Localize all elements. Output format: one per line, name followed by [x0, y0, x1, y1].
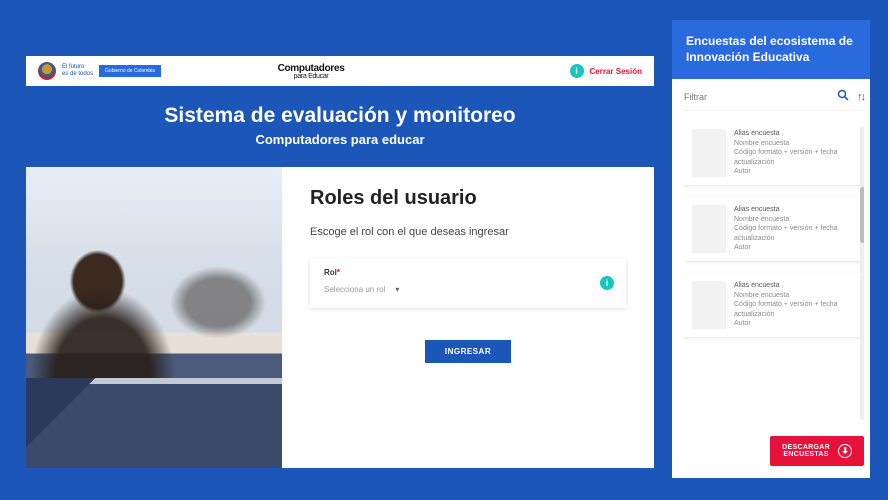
filter-input[interactable]: [684, 92, 829, 102]
content-card: Roles del usuario Escoge el rol con el q…: [26, 167, 654, 468]
gov-brand: El futuro es de todos Gobierno de Colomb…: [38, 62, 161, 80]
role-field-value: Selecciona un rol ▾: [324, 285, 612, 294]
chevron-down-icon: ▾: [395, 285, 399, 294]
download-surveys-button[interactable]: DESCARGAR ENCUESTAS: [770, 436, 864, 466]
survey-card[interactable]: Alias encuesta Nombre encuesta Código fo…: [684, 273, 864, 337]
download-label: DESCARGAR ENCUESTAS: [782, 444, 830, 458]
roles-section: Roles del usuario Escoge el rol con el q…: [282, 167, 654, 468]
survey-meta: Código formato + versión + fecha actuali…: [734, 148, 856, 167]
survey-name: Nombre encuesta: [734, 139, 856, 148]
role-label-text: Rol: [324, 268, 337, 277]
survey-thumbnail: [692, 281, 726, 329]
gov-tagline: El futuro es de todos: [62, 64, 93, 77]
coat-of-arms-icon: [38, 62, 56, 80]
info-icon[interactable]: i: [570, 64, 584, 78]
session-controls: i Cerrar Sesión: [570, 64, 642, 78]
gov-tagline-line2: es de todos: [62, 71, 93, 78]
submit-button[interactable]: INGRESAR: [425, 340, 511, 363]
role-select[interactable]: Rol* Selecciona un rol ▾ i: [310, 258, 626, 308]
filter-row: ↑↓: [684, 89, 864, 111]
survey-author: Autor: [734, 167, 856, 176]
survey-card-text: Alias encuesta Nombre encuesta Código fo…: [734, 129, 856, 177]
logout-link[interactable]: Cerrar Sesión: [590, 67, 642, 76]
survey-thumbnail: [692, 129, 726, 177]
survey-meta: Código formato + versión + fecha actuali…: [734, 224, 856, 243]
survey-card-text: Alias encuesta Nombre encuesta Código fo…: [734, 281, 856, 329]
survey-card-text: Alias encuesta Nombre encuesta Código fo…: [734, 205, 856, 253]
gov-badge: Gobierno de Colombia: [99, 65, 161, 77]
sidebar-body: ↑↓ Alias encuesta Nombre encuesta Código…: [672, 79, 870, 478]
gov-tagline-line1: El futuro: [62, 64, 93, 71]
app-header: El futuro es de todos Gobierno de Colomb…: [26, 56, 654, 86]
sidebar-title: Encuestas del ecosistema de Innovación E…: [672, 20, 870, 79]
brand-sub: para Educar: [278, 73, 345, 80]
scrollbar[interactable]: [860, 127, 864, 420]
survey-alias: Alias encuesta: [734, 205, 856, 214]
required-mark: *: [337, 268, 340, 277]
download-icon: [838, 444, 852, 458]
roles-instruction: Escoge el rol con el que deseas ingresar: [310, 226, 626, 238]
download-label-line1: DESCARGAR: [782, 444, 830, 451]
product-brand: Computadores para Educar: [278, 63, 345, 80]
survey-author: Autor: [734, 319, 856, 328]
hero-image: [26, 167, 282, 468]
role-field-label: Rol*: [324, 268, 612, 277]
survey-alias: Alias encuesta: [734, 129, 856, 138]
search-icon[interactable]: [837, 89, 849, 104]
survey-card[interactable]: Alias encuesta Nombre encuesta Código fo…: [684, 197, 864, 261]
survey-author: Autor: [734, 243, 856, 252]
surveys-sidebar: Encuestas del ecosistema de Innovación E…: [672, 20, 870, 478]
survey-thumbnail: [692, 205, 726, 253]
roles-heading: Roles del usuario: [310, 187, 626, 210]
survey-alias: Alias encuesta: [734, 281, 856, 290]
survey-meta: Código formato + versión + fecha actuali…: [734, 300, 856, 319]
sort-icon[interactable]: ↑↓: [857, 91, 864, 103]
brand-main: Computadores: [278, 63, 345, 74]
download-label-line2: ENCUESTAS: [782, 451, 830, 458]
survey-card[interactable]: Alias encuesta Nombre encuesta Código fo…: [684, 121, 864, 185]
survey-list: Alias encuesta Nombre encuesta Código fo…: [684, 121, 864, 426]
page-title: Sistema de evaluación y monitoreo: [26, 104, 654, 128]
page-subtitle: Computadores para educar: [26, 132, 654, 147]
info-icon[interactable]: i: [600, 276, 614, 290]
main-panel: El futuro es de todos Gobierno de Colomb…: [26, 56, 654, 468]
role-select-inner: Rol* Selecciona un rol ▾: [324, 268, 612, 294]
survey-name: Nombre encuesta: [734, 291, 856, 300]
page-heading: Sistema de evaluación y monitoreo Comput…: [26, 104, 654, 147]
role-placeholder: Selecciona un rol: [324, 285, 385, 294]
survey-name: Nombre encuesta: [734, 215, 856, 224]
